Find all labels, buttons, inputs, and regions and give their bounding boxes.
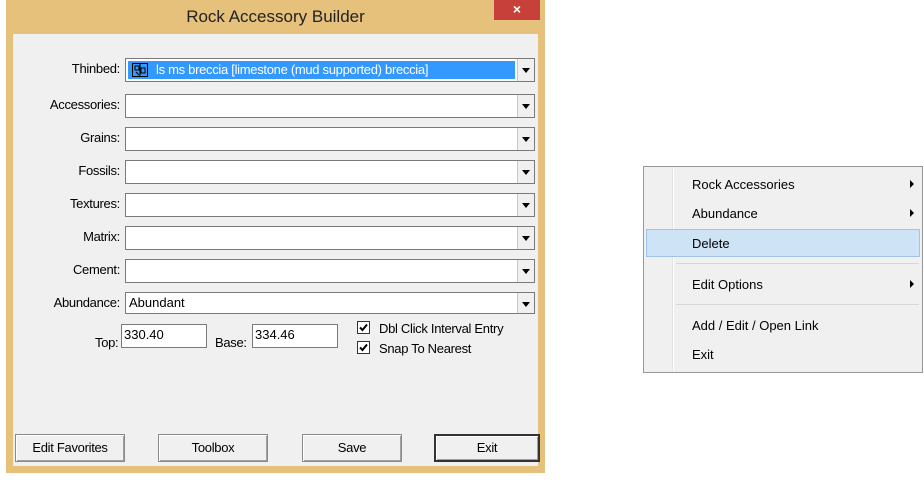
accessories-label: Accessories: (49, 97, 120, 112)
cement-combo[interactable] (125, 259, 535, 283)
menu-item-label: Abundance (692, 206, 758, 221)
close-button[interactable]: × (494, 0, 540, 20)
abundance-dropdown-arrow-icon[interactable] (517, 293, 534, 313)
textures-combo[interactable] (125, 193, 535, 217)
rock-accessory-builder-window: Rock Accessory Builder × Thinbed: ls ms … (6, 0, 545, 473)
snap-checkbox[interactable] (357, 341, 370, 354)
matrix-combo[interactable] (125, 226, 535, 250)
fossils-label: Fossils: (78, 163, 120, 178)
submenu-arrow-icon (910, 280, 914, 288)
grains-combo[interactable] (125, 127, 535, 151)
menu-item-label: Edit Options (692, 277, 763, 292)
menu-item-edit-options[interactable]: Edit Options (646, 270, 920, 298)
menu-separator (676, 304, 919, 305)
fossils-dropdown-arrow-icon[interactable] (517, 161, 534, 183)
menu-item-exit[interactable]: Exit (646, 340, 920, 368)
edit-favorites-button[interactable]: Edit Favorites (15, 434, 125, 462)
menu-item-label: Delete (692, 236, 730, 251)
dialog-body: Thinbed: ls ms breccia [limestone (mud s… (13, 34, 540, 466)
matrix-label: Matrix: (83, 229, 120, 244)
textures-label: Textures: (69, 196, 120, 211)
checkmark-icon (359, 323, 368, 332)
title-bar[interactable]: Rock Accessory Builder × (6, 0, 545, 34)
thinbed-dropdown-arrow-icon[interactable] (517, 59, 534, 81)
thinbed-combo[interactable]: ls ms breccia [limestone (mud supported)… (125, 58, 535, 82)
fossils-combo[interactable] (125, 160, 535, 184)
thinbed-selection: ls ms breccia [limestone (mud supported)… (128, 61, 515, 79)
menu-item-label: Rock Accessories (692, 177, 795, 192)
grains-dropdown-arrow-icon[interactable] (517, 128, 534, 150)
menu-item-rock-accessories[interactable]: Rock Accessories (646, 170, 920, 198)
accessories-dropdown-arrow-icon[interactable] (517, 95, 534, 117)
abundance-label: Abundance: (53, 295, 121, 310)
snap-label: Snap To Nearest (379, 341, 472, 356)
grains-label: Grains: (80, 130, 120, 145)
top-input[interactable]: 330.40 (121, 324, 207, 348)
checkmark-icon (359, 343, 368, 352)
dbl-click-checkbox[interactable] (357, 321, 370, 334)
base-input[interactable]: 334.46 (252, 324, 338, 348)
lithology-pattern-icon (132, 63, 148, 77)
thinbed-label: Thinbed: (71, 61, 121, 76)
window-title: Rock Accessory Builder (186, 7, 365, 26)
abundance-combo[interactable]: Abundant (125, 292, 535, 314)
save-button[interactable]: Save (302, 434, 402, 462)
menu-separator (676, 263, 919, 264)
abundance-value: Abundant (129, 295, 185, 310)
textures-dropdown-arrow-icon[interactable] (517, 194, 534, 216)
snap-to-nearest-option[interactable]: Snap To Nearest (357, 341, 471, 356)
menu-item-label: Exit (692, 347, 714, 362)
toolbox-button[interactable]: Toolbox (158, 434, 268, 462)
top-label: Top: (95, 335, 119, 350)
menu-item-abundance[interactable]: Abundance (646, 199, 920, 227)
accessories-combo[interactable] (125, 94, 535, 118)
menu-item-label: Add / Edit / Open Link (692, 318, 819, 333)
dbl-click-interval-entry-option[interactable]: Dbl Click Interval Entry (357, 321, 504, 336)
exit-button[interactable]: Exit (434, 434, 540, 462)
dbl-click-label: Dbl Click Interval Entry (379, 321, 504, 336)
cement-dropdown-arrow-icon[interactable] (517, 260, 534, 282)
base-label: Base: (215, 335, 247, 350)
menu-item-add-edit-open-link[interactable]: Add / Edit / Open Link (646, 311, 920, 339)
submenu-arrow-icon (910, 180, 914, 188)
menu-item-delete[interactable]: Delete (646, 229, 920, 257)
thinbed-value: ls ms breccia [limestone (mud supported)… (156, 62, 429, 77)
cement-label: Cement: (72, 262, 120, 277)
matrix-dropdown-arrow-icon[interactable] (517, 227, 534, 249)
context-menu: Rock Accessories Abundance Delete Edit O… (643, 166, 923, 373)
submenu-arrow-icon (910, 209, 914, 217)
